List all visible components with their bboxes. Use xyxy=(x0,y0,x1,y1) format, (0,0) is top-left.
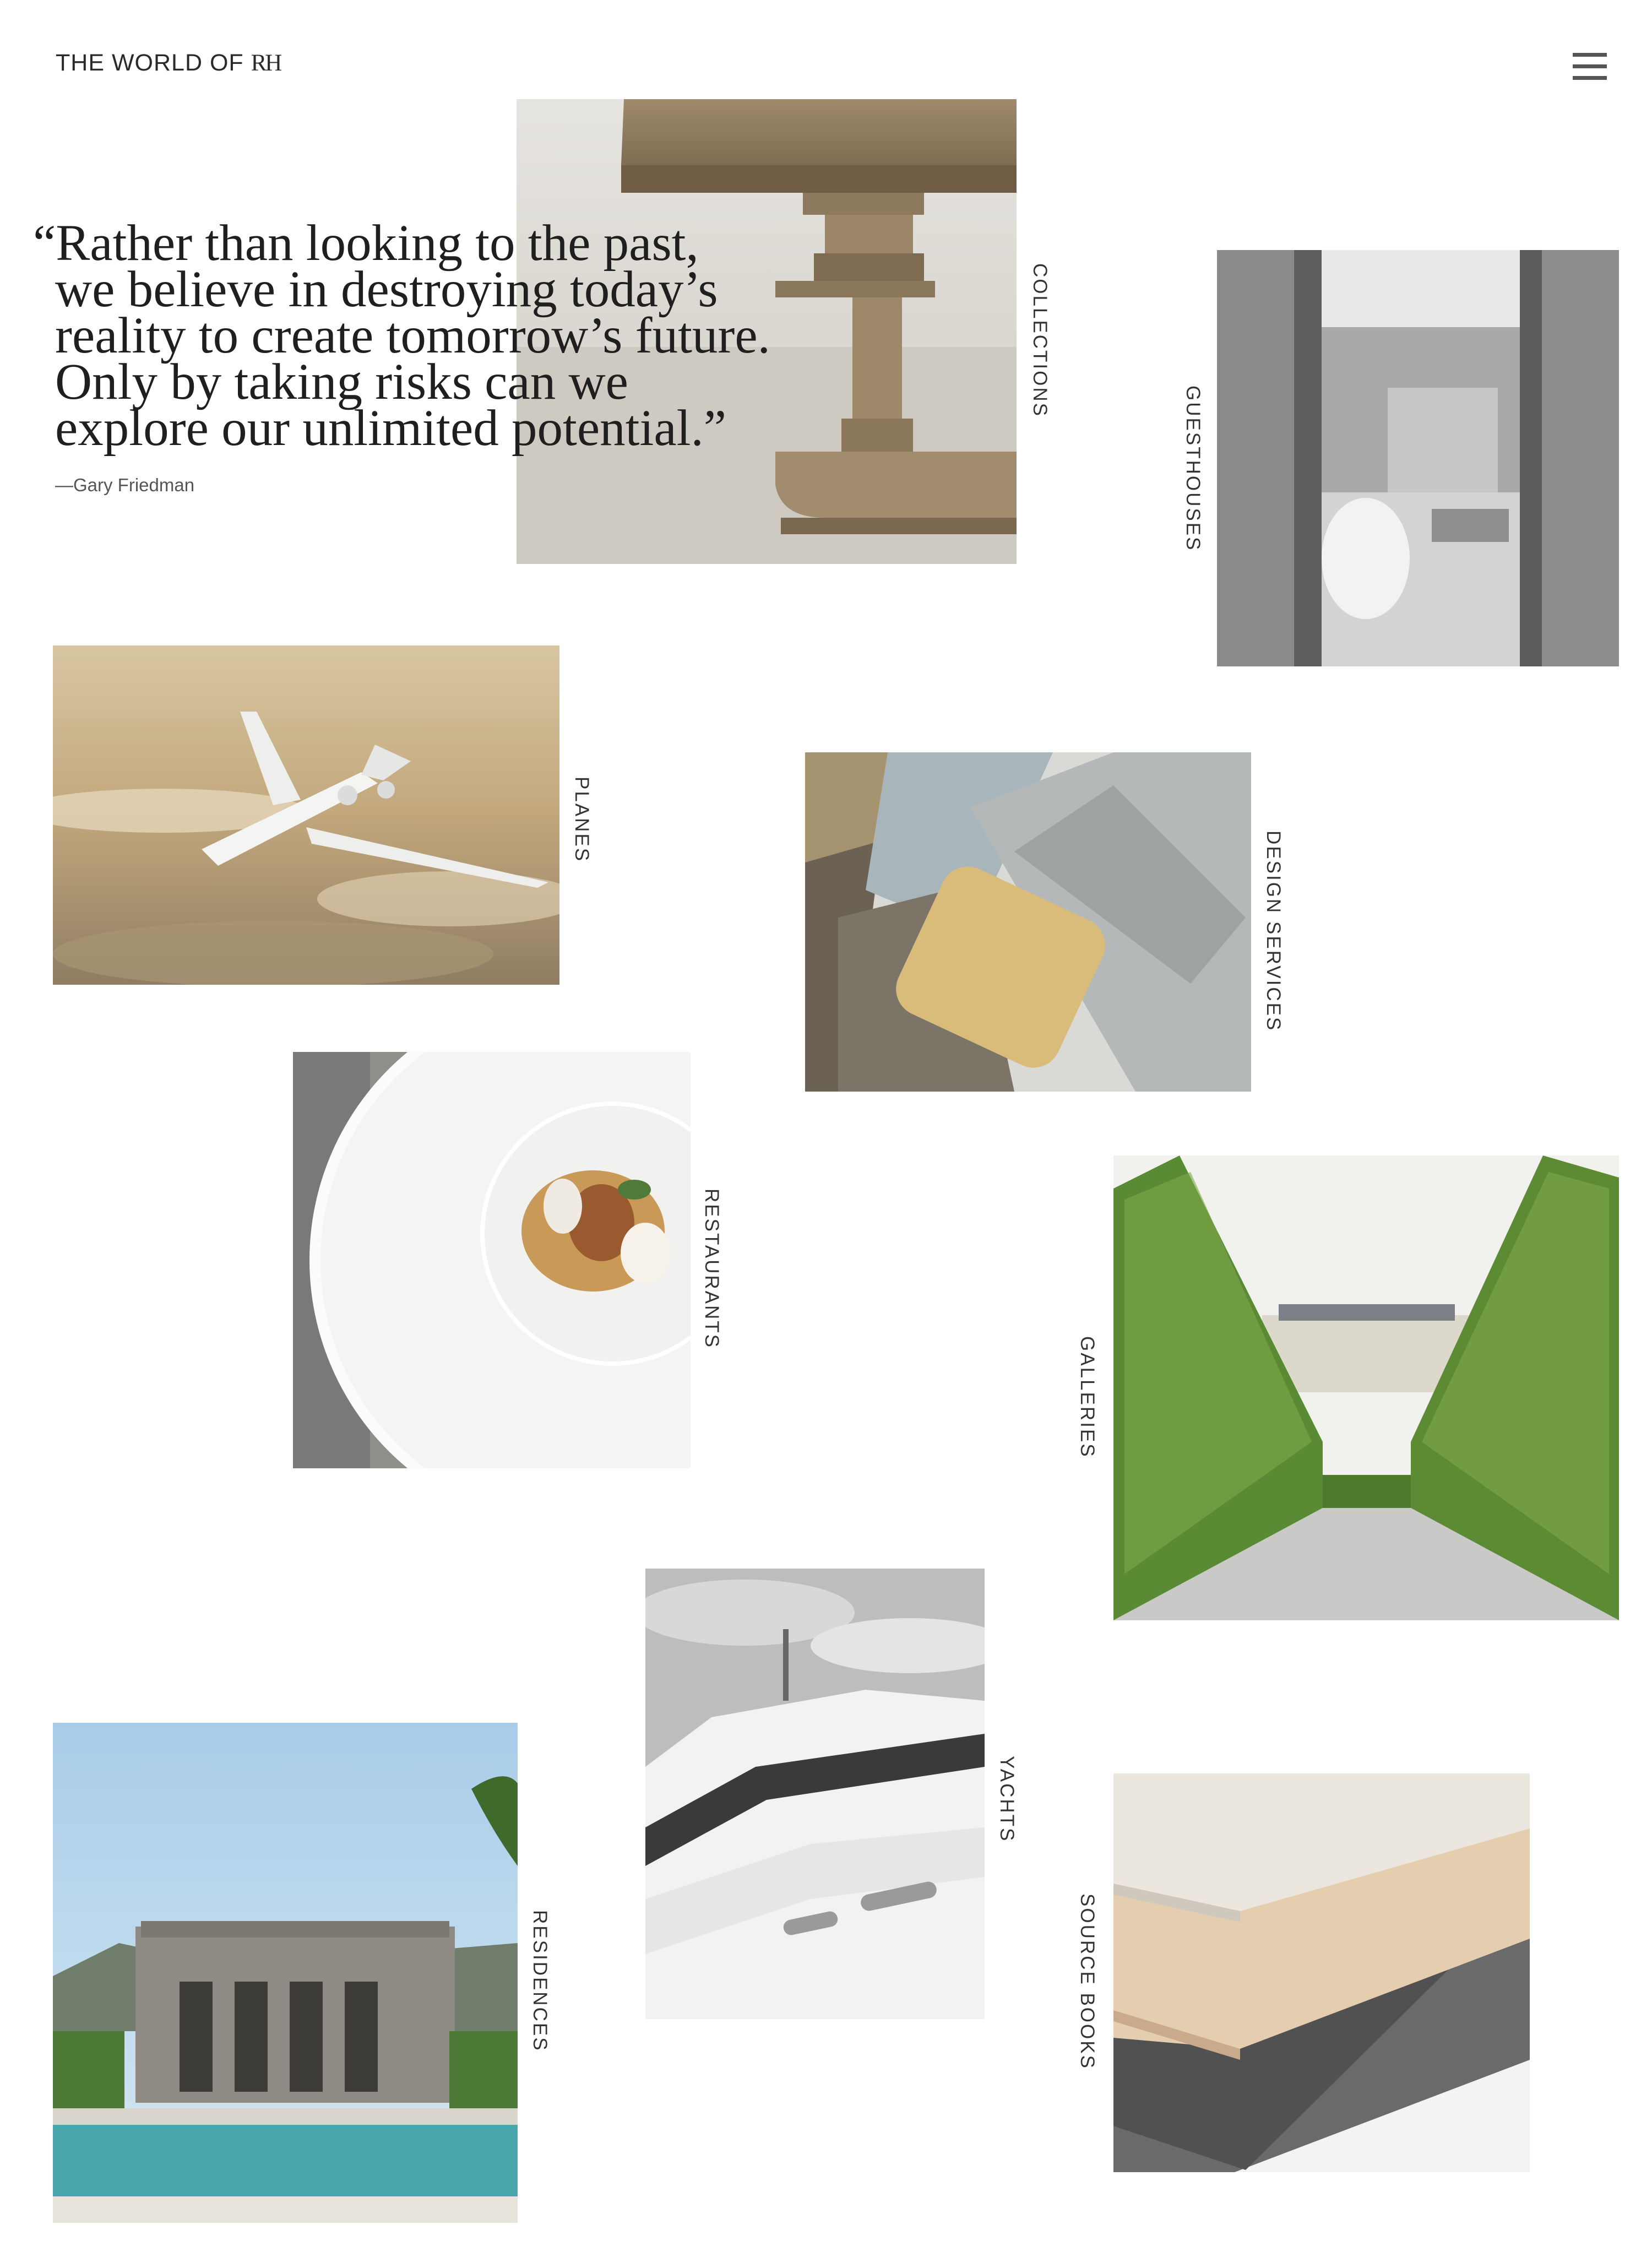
logo-text: THE WORLD OF xyxy=(56,50,251,76)
quote-line: “Rather than looking to the past, xyxy=(33,215,699,272)
galleries-image[interactable] xyxy=(1113,1155,1619,1620)
guesthouses-label[interactable]: GUESTHOUSES xyxy=(1182,386,1204,551)
design-services-label[interactable]: DESIGN SERVICES xyxy=(1262,831,1284,1032)
collections-label[interactable]: COLLECTIONS xyxy=(1029,263,1051,417)
founder-quote: “Rather than looking to the past, we bel… xyxy=(33,215,804,457)
planes-image[interactable] xyxy=(53,645,559,985)
quote-line: Only by taking risks can we xyxy=(55,354,628,410)
quote-line: explore our unlimited potential.” xyxy=(55,400,726,457)
source-books-image[interactable] xyxy=(1113,1773,1530,2172)
hamburger-menu-icon[interactable] xyxy=(1573,53,1610,82)
yachts-image[interactable] xyxy=(645,1569,985,2019)
restaurants-image[interactable] xyxy=(293,1052,691,1468)
guesthouses-image[interactable] xyxy=(1217,250,1619,666)
quote-line: we believe in destroying today’s xyxy=(55,261,718,318)
residences-image[interactable] xyxy=(53,1723,518,2223)
design-services-image[interactable] xyxy=(805,752,1251,1092)
restaurants-label[interactable]: RESTAURANTS xyxy=(700,1189,722,1349)
yachts-label[interactable]: YACHTS xyxy=(996,1756,1018,1842)
planes-label[interactable]: PLANES xyxy=(570,777,593,862)
source-books-label[interactable]: SOURCE BOOKS xyxy=(1076,1893,1098,2070)
galleries-label[interactable]: GALLERIES xyxy=(1076,1336,1098,1458)
world-of-rh-logo[interactable]: THE WORLD OF RH xyxy=(56,50,282,77)
rh-mark: RH xyxy=(251,50,282,76)
residences-label[interactable]: RESIDENCES xyxy=(529,1910,551,2052)
quote-attribution: —Gary Friedman xyxy=(55,475,195,495)
quote-line: reality to create tomorrow’s future. xyxy=(55,307,770,364)
